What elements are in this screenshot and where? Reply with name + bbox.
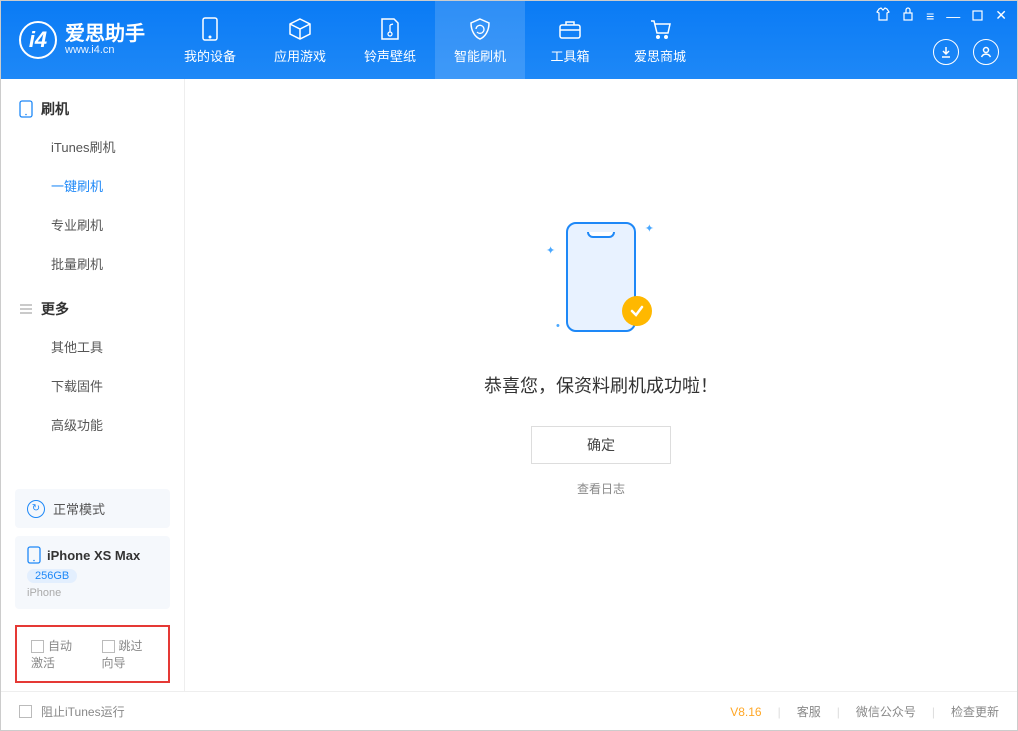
tab-apps[interactable]: 应用游戏 bbox=[255, 1, 345, 79]
tab-label: 应用游戏 bbox=[274, 46, 326, 65]
device-card[interactable]: iPhone XS Max 256GB iPhone bbox=[15, 536, 170, 609]
main-tabs: 我的设备 应用游戏 铃声壁纸 智能刷机 工具箱 爱思商城 bbox=[165, 1, 705, 79]
sidebar-section-flash: 刷机 bbox=[1, 91, 184, 127]
version-label: V8.16 bbox=[730, 705, 761, 719]
refresh-shield-icon bbox=[467, 16, 493, 42]
ok-button[interactable]: 确定 bbox=[531, 426, 671, 464]
customer-service-link[interactable]: 客服 bbox=[797, 703, 821, 720]
sidebar-item-oneclick-flash[interactable]: 一键刷机 bbox=[1, 166, 184, 205]
minimize-button[interactable]: — bbox=[946, 8, 960, 24]
sidebar-item-itunes-flash[interactable]: iTunes刷机 bbox=[1, 127, 184, 166]
download-icon[interactable] bbox=[933, 39, 959, 65]
list-icon bbox=[19, 303, 33, 315]
mode-icon: ↻ bbox=[27, 500, 45, 518]
tab-flash[interactable]: 智能刷机 bbox=[435, 1, 525, 79]
app-logo: i4 爱思助手 www.i4.cn bbox=[19, 21, 145, 59]
checkbox-skip-guide[interactable]: 跳过向导 bbox=[102, 637, 155, 671]
device-icon bbox=[19, 100, 33, 118]
sidebar-section-more: 更多 bbox=[1, 291, 184, 327]
sidebar-item-batch-flash[interactable]: 批量刷机 bbox=[1, 244, 184, 283]
tab-label: 爱思商城 bbox=[634, 46, 686, 65]
success-illustration: ✦ ✦ • bbox=[556, 214, 646, 344]
logo-icon: i4 bbox=[19, 21, 57, 59]
maximize-button[interactable] bbox=[972, 8, 983, 24]
mode-status: ↻ 正常模式 bbox=[15, 489, 170, 528]
shirt-icon[interactable] bbox=[876, 7, 890, 24]
sidebar-item-other-tools[interactable]: 其他工具 bbox=[1, 327, 184, 366]
check-update-link[interactable]: 检查更新 bbox=[951, 703, 999, 720]
checkbox-auto-activate[interactable]: 自动激活 bbox=[31, 637, 84, 671]
tab-store[interactable]: 爱思商城 bbox=[615, 1, 705, 79]
wechat-link[interactable]: 微信公众号 bbox=[856, 703, 916, 720]
tab-toolbox[interactable]: 工具箱 bbox=[525, 1, 615, 79]
header-right-icons bbox=[933, 39, 999, 65]
close-button[interactable]: ✕ bbox=[995, 7, 1007, 24]
success-message: 恭喜您，保资料刷机成功啦！ bbox=[484, 372, 718, 398]
app-name: 爱思助手 bbox=[65, 24, 145, 44]
check-badge-icon bbox=[622, 296, 652, 326]
checkbox-row-highlighted: 自动激活 跳过向导 bbox=[15, 625, 170, 683]
menu-icon[interactable]: ≡ bbox=[926, 8, 934, 24]
checkbox-block-itunes[interactable] bbox=[19, 705, 32, 718]
music-file-icon bbox=[377, 16, 403, 42]
tab-label: 工具箱 bbox=[550, 46, 589, 65]
block-itunes-label: 阻止iTunes运行 bbox=[41, 703, 125, 720]
window-controls: ≡ — ✕ bbox=[876, 7, 1007, 24]
sparkle-icon: ✦ bbox=[645, 222, 654, 235]
cube-icon bbox=[287, 16, 313, 42]
sidebar: 刷机 iTunes刷机 一键刷机 专业刷机 批量刷机 更多 其他工具 下载固件 … bbox=[1, 79, 185, 691]
sidebar-item-pro-flash[interactable]: 专业刷机 bbox=[1, 205, 184, 244]
tab-label: 铃声壁纸 bbox=[364, 46, 416, 65]
device-icon bbox=[27, 546, 41, 564]
device-capacity: 256GB bbox=[27, 569, 77, 583]
header: i4 爱思助手 www.i4.cn 我的设备 应用游戏 铃声壁纸 智能刷机 工具… bbox=[1, 1, 1017, 79]
lock-icon[interactable] bbox=[902, 7, 914, 24]
tab-label: 我的设备 bbox=[184, 46, 236, 65]
footer: 阻止iTunes运行 V8.16 | 客服 | 微信公众号 | 检查更新 bbox=[1, 691, 1017, 731]
tab-ringtones[interactable]: 铃声壁纸 bbox=[345, 1, 435, 79]
user-icon[interactable] bbox=[973, 39, 999, 65]
main-content: ✦ ✦ • 恭喜您，保资料刷机成功啦！ 确定 查看日志 bbox=[185, 79, 1017, 691]
sparkle-icon: • bbox=[556, 320, 560, 332]
sidebar-item-advanced[interactable]: 高级功能 bbox=[1, 405, 184, 444]
tab-label: 智能刷机 bbox=[454, 46, 506, 65]
sidebar-item-download-firmware[interactable]: 下载固件 bbox=[1, 366, 184, 405]
cart-icon bbox=[647, 16, 673, 42]
toolbox-icon bbox=[557, 16, 583, 42]
device-type: iPhone bbox=[27, 587, 158, 599]
phone-icon bbox=[197, 16, 223, 42]
sparkle-icon: ✦ bbox=[546, 244, 555, 257]
device-name: iPhone XS Max bbox=[47, 548, 140, 563]
tab-my-device[interactable]: 我的设备 bbox=[165, 1, 255, 79]
app-url: www.i4.cn bbox=[65, 44, 145, 56]
view-log-link[interactable]: 查看日志 bbox=[577, 480, 625, 497]
